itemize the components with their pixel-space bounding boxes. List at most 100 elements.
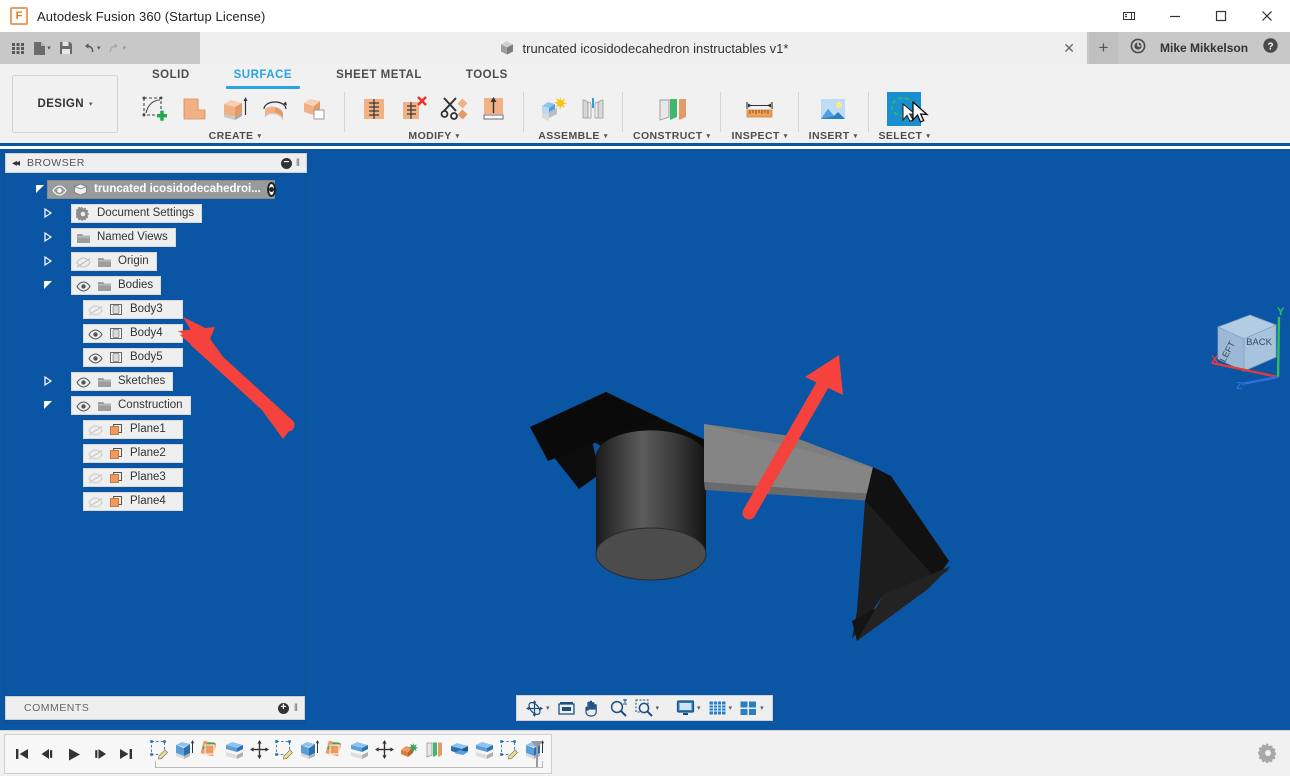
tree-row-root[interactable]: truncated icosidodecahedroi... xyxy=(5,177,307,201)
pan-icon[interactable] xyxy=(580,697,605,719)
visibility-eye-icon[interactable] xyxy=(76,279,91,292)
revolve-icon[interactable] xyxy=(256,90,294,128)
viewports-icon[interactable]: ▾ xyxy=(736,697,767,719)
extrude-icon[interactable] xyxy=(216,90,254,128)
measure-icon[interactable] xyxy=(741,90,779,128)
twisty-closed-icon[interactable] xyxy=(41,376,55,386)
viewport-canvas[interactable]: LEFT BACK X Y Z ◂◂ BROWSER − ‖ xyxy=(0,149,1290,730)
chevron-down-icon[interactable]: ▾ xyxy=(926,133,930,140)
visibility-eye-icon[interactable] xyxy=(88,327,103,340)
insert-image-icon[interactable] xyxy=(814,90,852,128)
zoom-icon[interactable] xyxy=(606,697,631,719)
split-face-icon[interactable] xyxy=(435,90,473,128)
chevron-down-icon[interactable]: ▾ xyxy=(257,133,261,140)
skip-to-start-button[interactable] xyxy=(9,739,35,769)
tree-row-construction[interactable]: Construction xyxy=(5,393,307,417)
restore-down-button[interactable] xyxy=(1106,0,1152,32)
new-file-icon[interactable]: ▾ xyxy=(31,35,53,61)
tree-row-named-views[interactable]: Named Views xyxy=(5,225,307,249)
chevron-down-icon[interactable]: ▾ xyxy=(854,133,858,140)
tree-row-bodies[interactable]: Bodies xyxy=(5,273,307,297)
visibility-eye-icon[interactable] xyxy=(88,351,103,364)
timeline-end-marker[interactable] xyxy=(529,740,545,768)
tree-row-body3[interactable]: Body3 xyxy=(5,297,307,321)
visibility-eye-icon[interactable] xyxy=(76,399,91,412)
twisty-open-icon[interactable] xyxy=(41,400,55,410)
chevron-down-icon[interactable]: ▾ xyxy=(784,133,788,140)
zoom-window-icon[interactable]: ▾ xyxy=(632,697,663,719)
tree-row-origin[interactable]: Origin xyxy=(5,249,307,273)
select-icon[interactable] xyxy=(885,90,923,128)
comments-resize-grip[interactable]: ‖ xyxy=(294,703,298,714)
close-button[interactable] xyxy=(1244,0,1290,32)
tree-row-plane1[interactable]: Plane1 xyxy=(5,417,307,441)
tree-row-sketches[interactable]: Sketches xyxy=(5,369,307,393)
visibility-eye-off-icon[interactable] xyxy=(88,471,103,484)
browser-minimize-icon[interactable]: − xyxy=(281,158,292,169)
orbit-icon[interactable]: ▾ xyxy=(522,697,553,719)
save-icon[interactable] xyxy=(55,35,77,61)
patch-icon[interactable] xyxy=(176,90,214,128)
redo-icon[interactable]: ▾ xyxy=(105,35,129,61)
close-tab-button[interactable]: ✕ xyxy=(1063,32,1075,64)
new-tab-button[interactable]: + xyxy=(1089,32,1118,64)
extend-icon[interactable] xyxy=(395,90,433,128)
tab-tools[interactable]: TOOLS xyxy=(444,64,530,86)
chevron-down-icon[interactable]: ▾ xyxy=(707,133,711,140)
create-sketch-icon[interactable] xyxy=(136,90,174,128)
offset-plane-icon[interactable] xyxy=(653,90,691,128)
joint-icon[interactable] xyxy=(574,90,612,128)
minimize-button[interactable] xyxy=(1152,0,1198,32)
chevron-down-icon[interactable]: ▾ xyxy=(729,705,733,712)
tree-row-plane3[interactable]: Plane3 xyxy=(5,465,307,489)
chevron-down-icon[interactable]: ▾ xyxy=(456,133,460,140)
chevron-down-icon[interactable]: ▾ xyxy=(760,705,764,712)
visibility-eye-off-icon[interactable] xyxy=(88,303,103,316)
tab-solid[interactable]: SOLID xyxy=(130,64,212,86)
grid-snaps-icon[interactable]: ▾ xyxy=(705,697,736,719)
visibility-eye-off-icon[interactable] xyxy=(88,447,103,460)
clock-icon[interactable] xyxy=(1130,38,1146,59)
browser-resize-grip[interactable]: ‖ xyxy=(296,158,300,169)
twisty-open-icon[interactable] xyxy=(33,184,47,194)
help-icon[interactable]: ? xyxy=(1262,37,1279,59)
visibility-eye-off-icon[interactable] xyxy=(88,423,103,436)
maximize-button[interactable] xyxy=(1198,0,1244,32)
workspace-switcher[interactable]: DESIGN ▾ xyxy=(12,75,118,133)
tree-row-body4[interactable]: Body4 xyxy=(5,321,307,345)
skip-to-end-button[interactable] xyxy=(113,739,139,769)
tab-sheet-metal[interactable]: SHEET METAL xyxy=(314,64,444,86)
app-grid-icon[interactable] xyxy=(7,35,29,61)
chevron-down-icon[interactable]: ▾ xyxy=(697,705,701,712)
visibility-eye-off-icon[interactable] xyxy=(88,495,103,508)
loft-icon[interactable] xyxy=(296,90,334,128)
chevron-down-icon[interactable]: ▾ xyxy=(656,705,660,712)
twisty-open-icon[interactable] xyxy=(41,280,55,290)
visibility-eye-icon[interactable] xyxy=(52,183,67,196)
step-forward-button[interactable] xyxy=(87,739,113,769)
step-back-button[interactable] xyxy=(35,739,61,769)
twisty-closed-icon[interactable] xyxy=(41,256,55,266)
gear-icon[interactable] xyxy=(1258,743,1278,768)
twisty-closed-icon[interactable] xyxy=(41,208,55,218)
view-cube[interactable]: LEFT BACK X Y Z xyxy=(1192,301,1290,393)
tree-row-plane2[interactable]: Plane2 xyxy=(5,441,307,465)
add-comment-icon[interactable]: + xyxy=(278,703,289,714)
display-settings-icon[interactable]: ▾ xyxy=(673,697,704,719)
document-tab[interactable]: truncated icosidodecahedron instructable… xyxy=(200,32,1088,64)
visibility-eye-off-icon[interactable] xyxy=(76,255,91,268)
tree-row-body5[interactable]: Body5 xyxy=(5,345,307,369)
new-component-icon[interactable] xyxy=(534,90,572,128)
tab-surface[interactable]: SURFACE xyxy=(212,64,314,86)
offset-icon[interactable] xyxy=(475,90,513,128)
activate-component-icon[interactable] xyxy=(267,182,276,197)
tree-row-plane4[interactable]: Plane4 xyxy=(5,489,307,513)
chevron-down-icon[interactable]: ▾ xyxy=(546,705,550,712)
user-name-label[interactable]: Mike Mikkelson xyxy=(1160,41,1248,55)
trim-icon[interactable] xyxy=(355,90,393,128)
chevron-down-icon[interactable]: ▾ xyxy=(604,133,608,140)
undo-icon[interactable]: ▾ xyxy=(79,35,103,61)
tree-row-document-settings[interactable]: Document Settings xyxy=(5,201,307,225)
visibility-eye-icon[interactable] xyxy=(76,375,91,388)
look-at-icon[interactable] xyxy=(554,697,579,719)
